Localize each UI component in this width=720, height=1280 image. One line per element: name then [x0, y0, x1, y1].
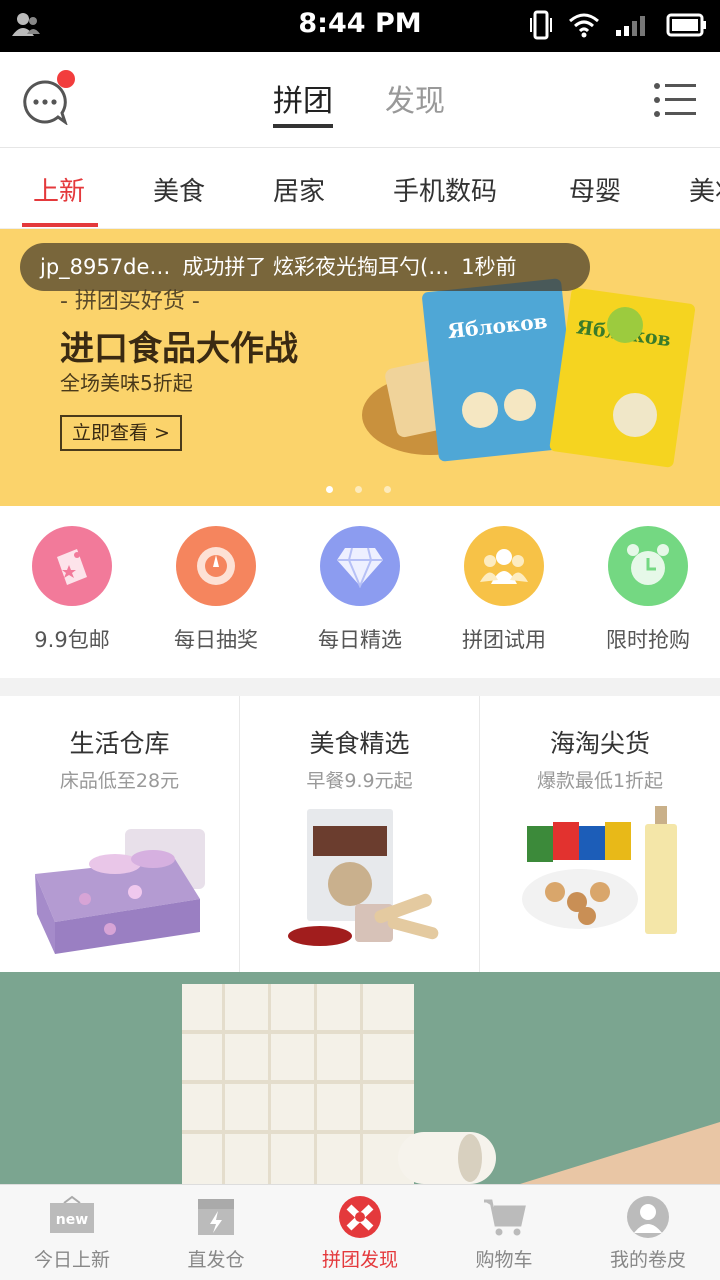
nav-label: 直发仓 [187, 1249, 245, 1271]
grain-powder-image [288, 809, 439, 946]
nav-pintuan-discover[interactable]: 拼团发现 [288, 1185, 432, 1280]
quick-action-label: 每日精选 [318, 628, 402, 652]
toast-time: 1秒前 [461, 255, 517, 279]
feature-card-food[interactable]: 美食精选 早餐9.9元起 [240, 696, 480, 972]
banner-title: 进口食品大作战 [60, 329, 298, 369]
quick-action-flash-sale[interactable]: 限时抢购 [576, 526, 720, 654]
nav-cart[interactable]: 购物车 [432, 1185, 576, 1280]
signal-icon [614, 12, 652, 42]
feature-title: 美食精选 [309, 729, 410, 758]
carousel-indicator [326, 486, 391, 493]
vibrate-icon [528, 10, 554, 44]
feature-subtitle: 床品低至28元 [59, 770, 180, 792]
carousel-dot [355, 486, 362, 493]
category-tab-home[interactable]: 居家 [273, 171, 325, 208]
banner-subtitle: 全场美味5折起 [60, 371, 193, 395]
category-tab-food[interactable]: 美食 [153, 171, 205, 208]
tissue-rolls-image [182, 984, 720, 1184]
category-tabs: 上新 美食 居家 手机数码 母婴 美妆 [0, 149, 720, 229]
category-tab-beauty[interactable]: 美妆 [689, 171, 720, 208]
battery-icon [666, 12, 708, 42]
shopping-cart-icon [484, 1199, 526, 1236]
nav-label: 我的卷皮 [609, 1249, 686, 1271]
warehouse-lightning-icon [198, 1199, 234, 1235]
quick-action-9-9[interactable]: 9.9包邮 [0, 526, 144, 654]
nav-today-new[interactable]: new 今日上新 [0, 1185, 144, 1280]
tissue-promo-banner[interactable] [0, 972, 720, 1184]
bottom-navigation: new 今日上新 直发仓 拼团发现 购物车 我的卷皮 [0, 1184, 720, 1280]
feature-subtitle: 早餐9.9元起 [306, 770, 413, 792]
menu-icon[interactable] [654, 82, 696, 118]
nav-label: 拼团发现 [321, 1249, 398, 1271]
toast-user: jp_8957de… [40, 255, 171, 279]
diamond-icon [320, 526, 400, 606]
alarm-clock-icon [608, 526, 688, 606]
feature-subtitle: 爆款最低1折起 [536, 770, 664, 792]
snacks-perfume-image [522, 806, 677, 934]
category-tab-new[interactable]: 上新 [33, 171, 85, 208]
quick-action-label: 拼团试用 [462, 628, 546, 652]
nav-label: 购物车 [475, 1249, 533, 1271]
feature-title: 海淘尖货 [549, 729, 650, 758]
feature-title: 生活仓库 [69, 729, 170, 758]
quick-action-trial[interactable]: 拼团试用 [432, 526, 576, 654]
feature-card-living[interactable]: 生活仓库 床品低至28元 [0, 696, 240, 972]
quick-action-daily-picks[interactable]: 每日精选 [288, 526, 432, 654]
feature-card-overseas[interactable]: 海淘尖货 爆款最低1折起 [480, 696, 720, 972]
wifi-icon [568, 12, 600, 42]
category-tab-digital[interactable]: 手机数码 [393, 171, 497, 208]
quick-action-label: 9.9包邮 [34, 628, 110, 652]
quick-actions: 9.9包邮 每日抽奖 每日精选 拼团试用 限时抢购 [0, 506, 720, 678]
price-tag-icon [32, 526, 112, 606]
quick-action-label: 每日抽奖 [174, 628, 258, 652]
category-active-indicator [22, 223, 98, 227]
status-bar: 8:44 PM [0, 0, 720, 52]
svg-text:new: new [56, 1212, 88, 1228]
group-icon [464, 526, 544, 606]
carousel-dot [326, 486, 333, 493]
promo-carousel[interactable]: - 拼团买好货 - 进口食品大作战 全场美味5折起 立即查看 > Яблоков… [0, 229, 720, 506]
tab-pintuan[interactable]: 拼团 [273, 76, 333, 128]
nav-direct-warehouse[interactable]: 直发仓 [144, 1185, 288, 1280]
pintuan-logo-icon [339, 1196, 381, 1238]
notification-badge [57, 70, 75, 88]
lottery-dial-icon [176, 526, 256, 606]
feature-cards: 生活仓库 床品低至28元 美食精选 早餐9.9元起 海淘尖货 爆款最低1折起 [0, 696, 720, 972]
tab-faxian[interactable]: 发现 [385, 76, 445, 126]
bed-image [35, 829, 205, 954]
group-buy-notification: jp_8957de… 成功拼了 炫彩夜光掏耳勺(… 1秒前 [20, 243, 590, 291]
top-bar: 拼团 发现 [0, 52, 720, 148]
category-tab-baby[interactable]: 母婴 [569, 171, 621, 208]
nav-label: 今日上新 [33, 1249, 110, 1271]
toast-action: 成功拼了 炫彩夜光掏耳勺(… [182, 255, 450, 279]
quick-action-label: 限时抢购 [606, 628, 690, 652]
banner-product-image: Яблоков Яблоков [362, 278, 696, 468]
user-avatar-icon [627, 1196, 669, 1238]
banner-view-button[interactable]: 立即查看 > [60, 415, 182, 451]
new-box-icon: new [50, 1195, 94, 1233]
section-divider [0, 678, 720, 696]
quick-action-lottery[interactable]: 每日抽奖 [144, 526, 288, 654]
nav-my-account[interactable]: 我的卷皮 [576, 1185, 720, 1280]
carousel-dot [384, 486, 391, 493]
